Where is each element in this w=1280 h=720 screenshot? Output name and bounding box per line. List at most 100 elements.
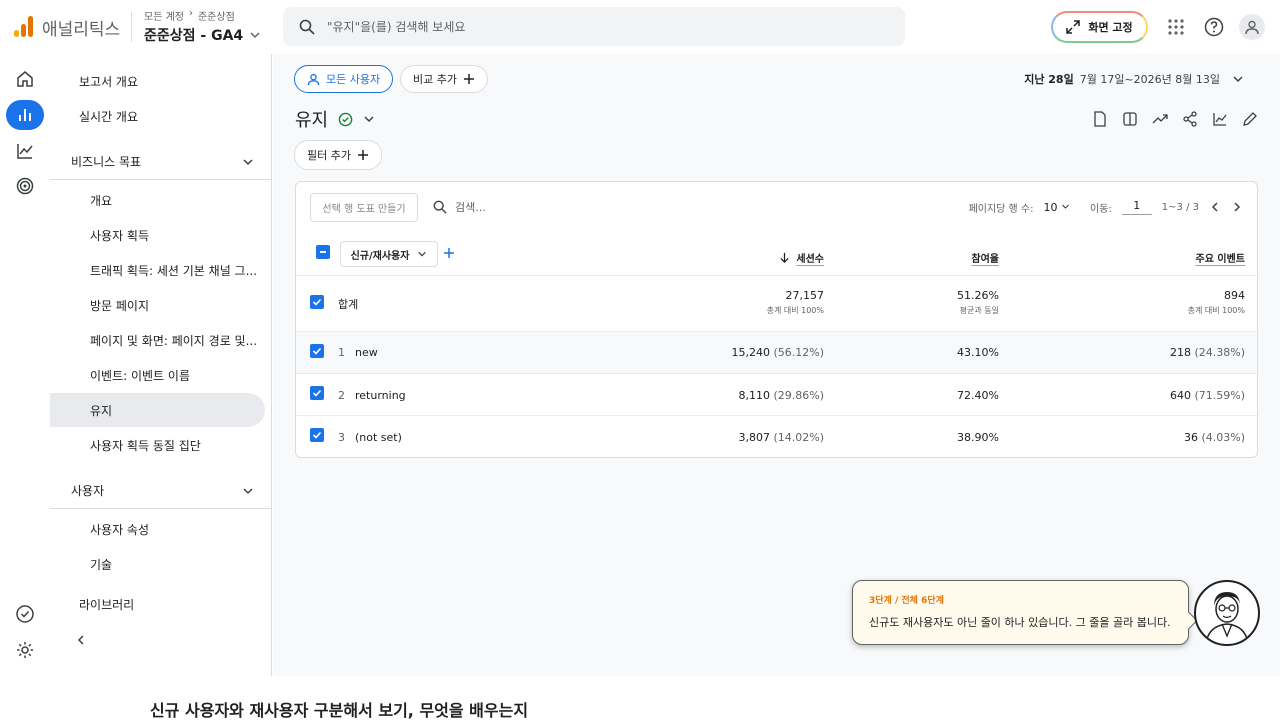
pin-screen-label: 화면 고정 [1088,21,1133,34]
nav-item-retention[interactable]: 유지 [50,393,265,427]
left-rail [0,54,50,676]
search-bar[interactable]: "유지"을(를) 검색해 보세요 [283,7,905,46]
home-icon[interactable] [6,64,44,94]
report-nav: 보고서 개요 실시간 개요 비즈니스 목표 개요 사용자 획득 트래픽 획득: … [50,54,272,676]
create-chart-button[interactable]: 선택 행 도표 만들기 [310,193,418,222]
search-icon [299,19,315,35]
row-sessions: 3,807 (14.02%) [738,431,824,444]
compare-columns-icon[interactable] [1120,109,1140,129]
table-search[interactable]: 검색... [433,199,486,215]
checkmark-icon [312,347,322,355]
add-compare-button[interactable]: 비교 추가 [400,65,488,93]
admin-check-icon[interactable] [6,599,44,629]
nav-section-business[interactable]: 비즈니스 목표 [50,144,272,180]
goto-page-input[interactable]: 1 [1121,199,1152,215]
document-icon[interactable] [1090,109,1110,129]
chevron-down-icon [1062,204,1069,209]
plus-icon [463,74,474,84]
table-row[interactable]: 2 returning 8,110 (29.86%) 72.40% 640 (71… [296,373,1257,415]
add-dimension-icon[interactable] [443,247,455,262]
row-checkbox[interactable] [310,344,324,358]
edit-pencil-icon[interactable] [1240,109,1260,129]
plus-icon [357,150,368,160]
checkmark-icon [312,298,322,306]
nav-item-pages-screens[interactable]: 페이지 및 화면: 페이지 경로 및... [50,323,265,357]
explore-icon[interactable] [6,136,44,166]
collapse-nav-icon[interactable] [75,634,87,649]
nav-section-user[interactable]: 사용자 [50,473,272,509]
divider [131,12,132,42]
person-icon [307,73,320,85]
settings-icon[interactable] [6,635,44,665]
lesson-footer: 신규 사용자와 재사용자 구분해서 보기, 무엇을 배우는지 [0,676,1280,720]
table-row[interactable]: 3 (not set) 3,807 (14.02%) 38.90% 36 (4.0… [296,415,1257,457]
arrow-down-icon [780,252,790,263]
nav-item-tech[interactable]: 기술 [50,547,265,581]
property-selector[interactable]: 준준상점 - GA4 [144,25,261,45]
analytics-logo-icon[interactable] [14,15,33,37]
nav-item-user-attributes[interactable]: 사용자 속성 [50,512,265,546]
nav-item-overview[interactable]: 보고서 개요 [50,64,265,98]
chevron-down-icon [250,32,260,39]
rows-per-page-label: 페이지당 행 수: [968,203,1034,215]
chevron-right-icon[interactable] [1231,201,1243,213]
chevron-left-icon[interactable] [1209,201,1221,213]
nav-item-library[interactable]: 라이브러리 [50,587,265,621]
tutorial-tooltip: 3단계 / 전체 6단계 신규도 재사용자도 아닌 줄이 하나 있습니다. 그 … [852,580,1189,645]
nav-item-cohort[interactable]: 사용자 획득 동질 집단 [50,428,265,462]
lesson-heading: 신규 사용자와 재사용자 구분해서 보기, 무엇을 배우는지 [150,701,529,720]
breadcrumb-account[interactable]: 모든 계정 [144,8,184,23]
account-avatar-icon[interactable] [1239,14,1265,40]
chevron-down-icon[interactable] [363,113,375,125]
rows-per-page-select[interactable]: 10 [1044,201,1071,214]
row-checkbox[interactable] [310,295,324,309]
chevron-up-icon [243,487,253,494]
insights-trend-icon[interactable] [1150,109,1170,129]
select-all-checkbox[interactable] [316,245,330,259]
apps-grid-icon[interactable] [1164,15,1188,39]
guide-avatar-icon [1194,580,1260,646]
advertising-icon[interactable] [6,171,44,201]
row-label: 1 new [338,346,378,359]
nav-item-landing-page[interactable]: 방문 페이지 [50,288,265,322]
row-key-events: 218 (24.38%) [1169,346,1245,359]
nav-item-realtime[interactable]: 실시간 개요 [50,99,265,133]
table-search-input[interactable]: 검색... [455,199,486,215]
chevron-right-icon: › [188,8,193,19]
reports-icon[interactable] [6,100,44,130]
help-icon[interactable] [1202,15,1226,39]
app-name[interactable]: 애널리틱스 [42,15,120,40]
table-row[interactable]: 1 new 15,240 (56.12%) 43.10% 218 (24.38%) [296,331,1257,373]
nav-item-traffic-acquisition[interactable]: 트래픽 획득: 세션 기본 채널 그... [50,253,265,287]
check-circle-icon [338,112,353,126]
nav-item-user-acquisition[interactable]: 사용자 획득 [50,218,265,252]
nav-item-events[interactable]: 이벤트: 이벤트 이름 [50,358,265,392]
column-header-key-events[interactable]: 주요 이벤트 [1196,250,1245,265]
dimension-selector[interactable]: 신규/재사용자 [340,241,438,267]
search-input[interactable]: "유지"을(를) 검색해 보세요 [327,18,465,35]
pagination: 페이지당 행 수: 10 이동: 1 1~3 / 3 [969,199,1243,215]
add-filter-button[interactable]: 필터 추가 [294,140,382,170]
breadcrumb-property[interactable]: 준준상점 [198,8,235,23]
date-range-label: 지난 28일 [1024,73,1074,86]
column-header-engagement[interactable]: 참여율 [971,250,999,265]
row-engagement: 43.10% [957,346,999,359]
pin-screen-button[interactable]: 화면 고정 [1051,11,1148,43]
nav-item-business-overview[interactable]: 개요 [50,183,265,217]
page-range: 1~3 / 3 [1161,201,1199,213]
top-bar: 애널리틱스 모든 계정 › 준준상점 준준상점 - GA4 "유지"을(를) 검… [0,0,1280,54]
row-checkbox[interactable] [310,386,324,400]
column-header-sessions[interactable]: 세션수 [779,250,824,265]
share-icon[interactable] [1180,109,1200,129]
row-key-events: 640 (71.59%) [1169,389,1245,402]
all-users-chip[interactable]: 모든 사용자 [294,65,394,93]
page-title: 유지 [295,110,329,131]
checkmark-icon [312,389,322,397]
chevron-up-icon [243,158,253,165]
chevron-down-icon [1233,76,1243,83]
total-label: 합계 [338,298,359,311]
date-range-selector[interactable]: 지난 28일 7월 17일~2026년 8월 13일 [1024,71,1244,87]
row-checkbox[interactable] [310,428,324,442]
chart-icon[interactable] [1210,109,1230,129]
property-name: 준준상점 - GA4 [144,28,244,44]
